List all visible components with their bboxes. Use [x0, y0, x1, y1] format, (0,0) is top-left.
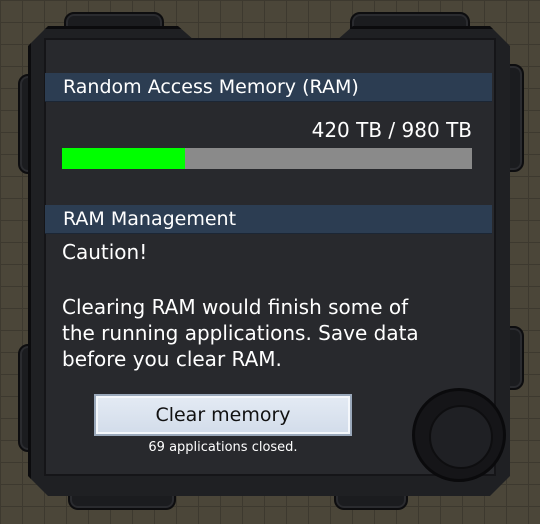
- ram-usage-bar: [62, 148, 472, 169]
- device-knob-center: [429, 405, 493, 469]
- device-knob: [412, 388, 506, 482]
- clear-memory-button[interactable]: Clear memory: [94, 394, 352, 436]
- management-section-header: RAM Management: [45, 205, 492, 234]
- caution-heading: Caution!: [62, 240, 148, 264]
- ram-usage-bar-fill: [62, 148, 185, 169]
- ram-section-title: Random Access Memory (RAM): [63, 76, 359, 98]
- ram-usage-text: 420 TB / 980 TB: [311, 118, 472, 142]
- ram-section-header: Random Access Memory (RAM): [45, 73, 492, 102]
- clear-status-text: 69 applications closed.: [148, 440, 298, 455]
- management-section-title: RAM Management: [63, 208, 237, 230]
- clear-ram-description: Clearing RAM would finish some of the ru…: [62, 295, 419, 371]
